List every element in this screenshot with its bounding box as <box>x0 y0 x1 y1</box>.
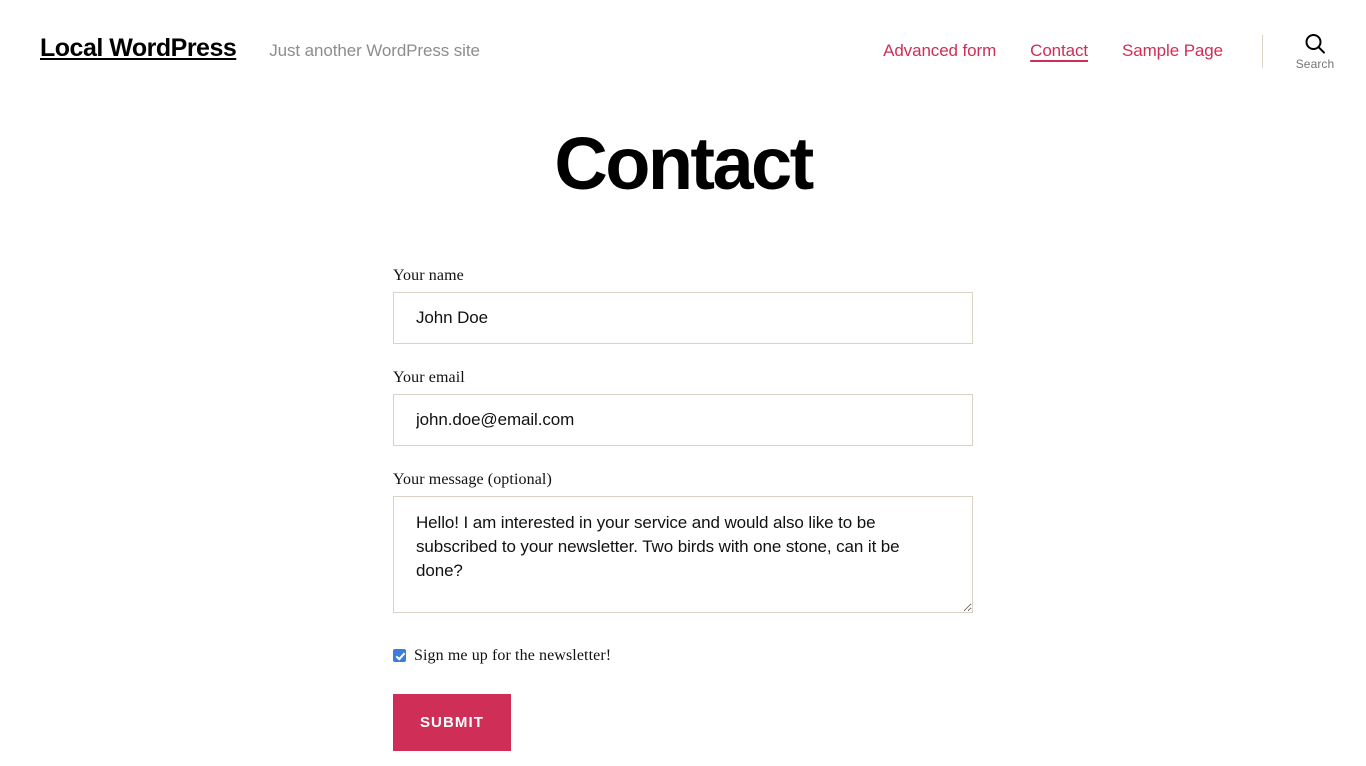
site-branding: Local WordPress Just another WordPress s… <box>40 36 480 61</box>
your-email-input[interactable] <box>393 393 973 446</box>
your-message-label: Your message (optional) <box>393 470 552 488</box>
field-your-message: Your message (optional) <box>393 470 973 613</box>
search-toggle-label: Search <box>1295 57 1335 71</box>
nav-item-contact[interactable]: Contact <box>1030 40 1088 62</box>
contact-form: Your name Your email Your message (optio… <box>393 266 973 751</box>
primary-navigation: Advanced form Contact Sample Page <box>883 40 1223 62</box>
field-spacer-1 <box>393 344 973 368</box>
header-divider <box>1262 35 1263 68</box>
field-your-email: Your email <box>393 368 973 446</box>
site-tagline: Just another WordPress site <box>269 41 480 60</box>
search-toggle-button[interactable]: Search <box>1285 32 1345 70</box>
search-icon <box>1303 32 1327 56</box>
page-main: Contact Your name Your email Your messag… <box>0 100 1366 751</box>
newsletter-checkbox-label[interactable]: Sign me up for the newsletter! <box>414 646 611 666</box>
field-spacer-2 <box>393 446 973 470</box>
your-name-input[interactable] <box>393 291 973 344</box>
site-header: Local WordPress Just another WordPress s… <box>0 0 1366 100</box>
page-title: Contact <box>554 122 814 205</box>
submit-button[interactable]: Submit <box>393 693 511 751</box>
newsletter-checkbox-row: Sign me up for the newsletter! <box>393 646 973 666</box>
field-your-name: Your name <box>393 266 973 344</box>
your-name-label: Your name <box>393 266 464 284</box>
your-message-textarea[interactable] <box>393 495 973 613</box>
newsletter-checkbox[interactable] <box>393 649 406 663</box>
nav-item-sample-page[interactable]: Sample Page <box>1122 40 1223 62</box>
your-email-label: Your email <box>393 368 465 386</box>
nav-item-advanced-form[interactable]: Advanced form <box>883 40 996 62</box>
site-title[interactable]: Local WordPress <box>40 36 237 61</box>
